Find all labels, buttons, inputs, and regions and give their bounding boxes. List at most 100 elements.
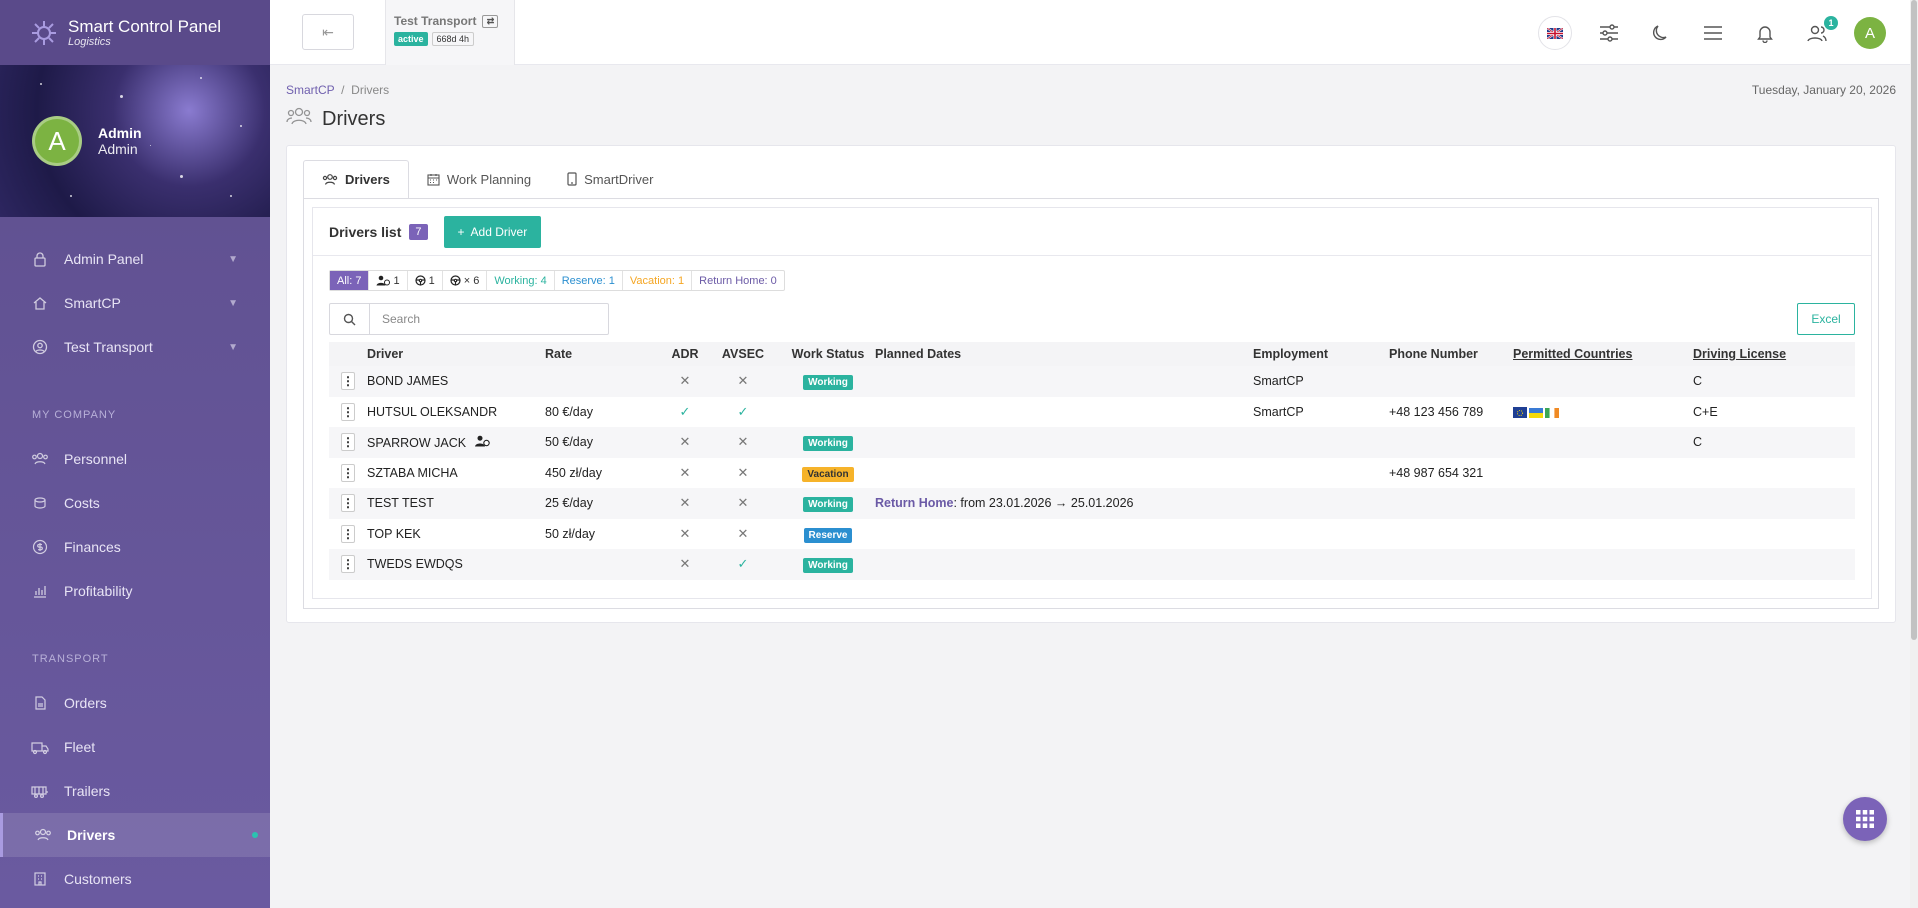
sidebar-item-drivers[interactable]: Drivers bbox=[0, 813, 270, 857]
scrollbar-thumb[interactable] bbox=[1911, 0, 1917, 640]
table-row[interactable]: ⋮ SPARROW JACK 50 €/day ✕ ✕ Working C bbox=[329, 427, 1855, 458]
status-badge: Vacation bbox=[802, 466, 854, 482]
table-row[interactable]: ⋮ HUTSUL OLEKSANDR 80 €/day ✓ ✓ SmartCP +48 12… bbox=[329, 396, 1855, 427]
phone-cell bbox=[1389, 427, 1513, 458]
sidebar-item-orders[interactable]: Orders bbox=[0, 681, 270, 725]
sidebar-item-finances[interactable]: Finances bbox=[0, 525, 270, 569]
swap-icon[interactable]: ⇄ bbox=[482, 14, 499, 28]
sidebar-item-admin-panel[interactable]: Admin Panel ▼ bbox=[0, 237, 270, 281]
row-actions-cell: ⋮ bbox=[329, 366, 367, 397]
sidebar-item-fleet[interactable]: Fleet bbox=[0, 725, 270, 769]
tab-drivers[interactable]: Drivers bbox=[303, 160, 409, 199]
page-scrollbar[interactable] bbox=[1910, 0, 1918, 908]
search-input[interactable]: Search bbox=[370, 312, 420, 326]
column-header-avsec[interactable]: AVSEC bbox=[705, 342, 781, 366]
column-header-rate[interactable]: Rate bbox=[545, 342, 665, 366]
sidebar-item-test-transport[interactable]: Test Transport ▼ bbox=[0, 325, 270, 369]
filter-steering[interactable]: 1 bbox=[408, 271, 443, 290]
column-header-permitted-countries[interactable]: Permitted Countries bbox=[1513, 342, 1693, 366]
company-switcher[interactable]: Test Transport ⇄ active 668d 4h bbox=[385, 0, 515, 65]
driver-name-cell[interactable]: SPARROW JACK bbox=[367, 427, 545, 458]
filter-all[interactable]: All: 7 bbox=[330, 271, 370, 290]
column-header-driving-license[interactable]: Driving License bbox=[1693, 342, 1855, 366]
brand[interactable]: Smart Control Panel Logistics bbox=[0, 0, 270, 65]
driver-name-cell[interactable]: HUTSUL OLEKSANDR bbox=[367, 396, 545, 427]
filter-return-home[interactable]: Return Home: 0 bbox=[692, 271, 784, 290]
phone-cell bbox=[1389, 518, 1513, 549]
kebab-menu-icon[interactable]: ⋮ bbox=[341, 433, 355, 452]
kebab-menu-icon[interactable]: ⋮ bbox=[341, 372, 355, 391]
filter-no-vehicle[interactable]: × 6 bbox=[443, 271, 488, 290]
column-header-phone-number[interactable]: Phone Number bbox=[1389, 342, 1513, 366]
steering-wheel-icon bbox=[414, 275, 426, 286]
filter-vacation[interactable]: Vacation: 1 bbox=[623, 271, 693, 290]
driver-name-cell[interactable]: TWEDS EWDQS bbox=[367, 549, 545, 580]
excel-export-button[interactable]: Excel bbox=[1797, 303, 1855, 335]
avsec-cell: ✕ bbox=[705, 427, 781, 458]
menu-icon[interactable] bbox=[1698, 18, 1728, 48]
driver-name: BOND JAMES bbox=[367, 374, 449, 389]
filter-no-vehicle-count: × 6 bbox=[463, 274, 480, 287]
sidebar-item-personnel[interactable]: Personnel bbox=[0, 437, 270, 481]
add-driver-label: Add Driver bbox=[470, 224, 528, 239]
kebab-menu-icon[interactable]: ⋮ bbox=[341, 494, 355, 513]
table-row[interactable]: ⋮ BOND JAMES ✕ ✕ Working SmartCP C bbox=[329, 366, 1855, 397]
tab-work-planning[interactable]: Work Planning bbox=[409, 160, 549, 198]
column-header-planned-dates[interactable]: Planned Dates bbox=[875, 342, 1253, 366]
column-header-driver[interactable]: Driver bbox=[367, 342, 545, 366]
column-header-work-status[interactable]: Work Status bbox=[781, 342, 875, 366]
avatar[interactable]: A bbox=[32, 116, 82, 166]
language-selector[interactable] bbox=[1538, 16, 1572, 50]
sidebar-item-profitability[interactable]: Profitability bbox=[0, 569, 270, 613]
breadcrumb-link-smartcp[interactable]: SmartCP bbox=[286, 83, 334, 97]
planned-type-label: Return Home bbox=[875, 496, 954, 511]
arrow-left-bar-icon: ⇤ bbox=[322, 23, 334, 40]
building-icon bbox=[30, 869, 50, 889]
table-row[interactable]: ⋮ TEST TEST 25 €/day ✕ ✕ Working Return Home: … bbox=[329, 488, 1855, 519]
kebab-menu-icon[interactable]: ⋮ bbox=[341, 555, 355, 574]
driver-name-cell[interactable]: TOP KEK bbox=[367, 518, 545, 549]
table-row[interactable]: ⋮ TWEDS EWDQS ✕ ✓ Working bbox=[329, 549, 1855, 580]
table-row[interactable]: ⋮ SZTABA MICHA 450 zł/day ✕ ✕ Vacation +48 987… bbox=[329, 457, 1855, 488]
apps-grid-button[interactable] bbox=[1843, 797, 1887, 841]
filter-assigned[interactable]: 1 bbox=[369, 271, 408, 290]
sliders-icon[interactable] bbox=[1594, 18, 1624, 48]
add-driver-button[interactable]: + Add Driver bbox=[443, 215, 542, 248]
driver-name-cell[interactable]: BOND JAMES bbox=[367, 366, 545, 397]
kebab-menu-icon[interactable]: ⋮ bbox=[341, 402, 355, 421]
breadcrumb-separator: / bbox=[341, 83, 345, 97]
sidebar-item-trailers[interactable]: Trailers bbox=[0, 769, 270, 813]
row-actions-cell: ⋮ bbox=[329, 518, 367, 549]
user-avatar-button[interactable]: A bbox=[1854, 17, 1886, 49]
column-header-adr[interactable]: ADR bbox=[665, 342, 705, 366]
planned-dates-text: : from 23.01.2026 → 25.01.2026 bbox=[953, 496, 1134, 511]
employment-cell bbox=[1253, 549, 1389, 580]
table-row[interactable]: ⋮ TOP KEK 50 zł/day ✕ ✕ Reserve bbox=[329, 518, 1855, 549]
page-title: Drivers bbox=[322, 107, 386, 130]
breadcrumb-current: Drivers bbox=[351, 83, 390, 97]
permitted-countries-cell bbox=[1513, 396, 1693, 427]
sidebar-item-customers[interactable]: Customers bbox=[0, 857, 270, 901]
driver-name-cell[interactable]: SZTABA MICHA bbox=[367, 457, 545, 488]
topbar: ⇤ Test Transport ⇄ active 668d 4h 1 A bbox=[270, 0, 1918, 65]
tab-smartdriver[interactable]: SmartDriver bbox=[549, 160, 671, 198]
profile-role: Admin bbox=[98, 141, 138, 157]
column-header-employment[interactable]: Employment bbox=[1253, 342, 1389, 366]
employment-cell bbox=[1253, 488, 1389, 519]
kebab-menu-icon[interactable]: ⋮ bbox=[341, 524, 355, 543]
filter-reserve[interactable]: Reserve: 1 bbox=[555, 271, 623, 290]
kebab-menu-icon[interactable]: ⋮ bbox=[341, 463, 355, 482]
bell-icon[interactable] bbox=[1750, 18, 1780, 48]
user-clock-icon bbox=[474, 435, 490, 450]
work-status-cell: Working bbox=[781, 366, 875, 397]
sidebar-item-smartcp[interactable]: SmartCP ▼ bbox=[0, 281, 270, 325]
sidebar-item-costs[interactable]: Costs bbox=[0, 481, 270, 525]
users-notification-button[interactable]: 1 bbox=[1802, 16, 1838, 48]
phone-icon bbox=[567, 172, 577, 186]
collapse-sidebar-button[interactable]: ⇤ bbox=[302, 14, 354, 50]
phone-cell: +48 987 654 321 bbox=[1389, 457, 1513, 488]
filter-working[interactable]: Working: 4 bbox=[487, 271, 555, 290]
driver-name-cell[interactable]: TEST TEST bbox=[367, 488, 545, 519]
notification-count-badge: 1 bbox=[1824, 16, 1838, 30]
moon-icon[interactable] bbox=[1646, 18, 1676, 48]
